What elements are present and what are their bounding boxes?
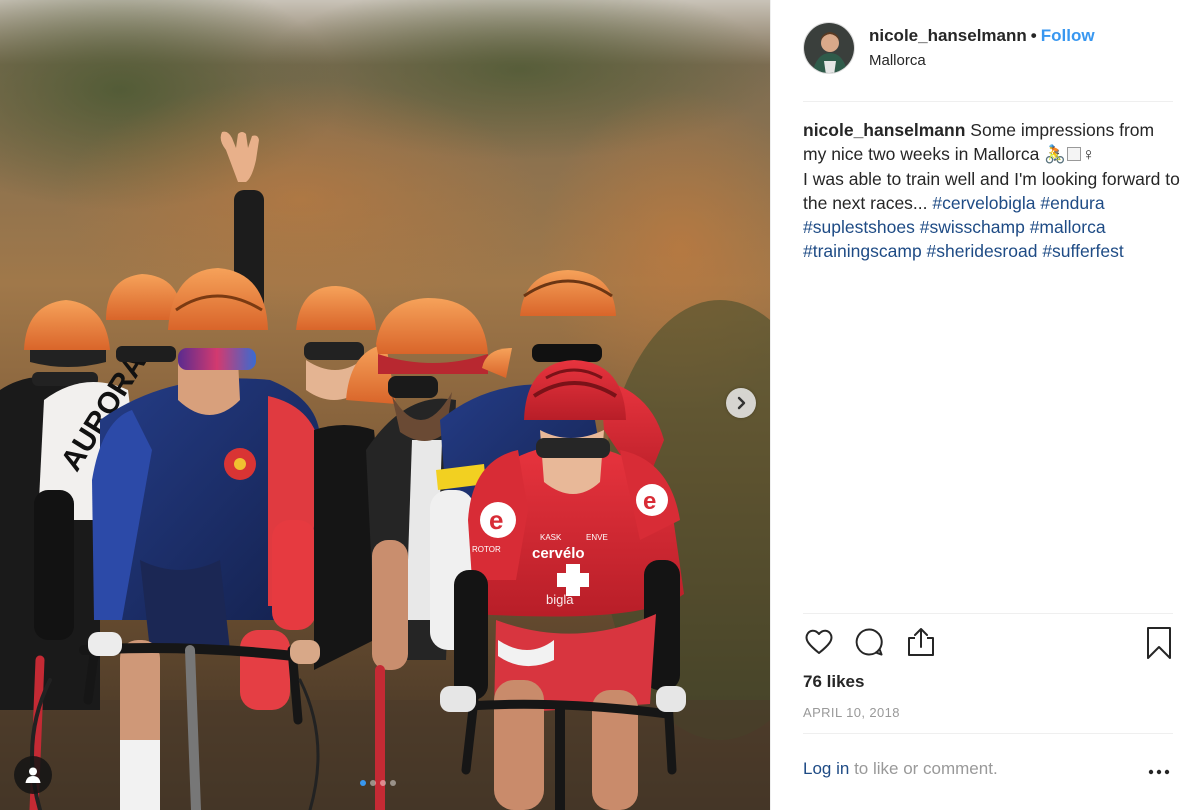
post-caption: nicole_hanselmann Some impressions from … — [803, 118, 1181, 264]
header-bullet: • — [1030, 26, 1037, 45]
hashtag-link[interactable]: #swisschamp — [920, 217, 1025, 237]
svg-text:KASK: KASK — [540, 533, 562, 542]
hashtag-link[interactable]: #sheridesroad — [927, 241, 1038, 261]
like-button[interactable] — [803, 626, 835, 663]
more-options-icon — [1148, 769, 1170, 775]
login-suffix: to like or comment. — [854, 759, 998, 778]
follow-button[interactable]: Follow — [1041, 26, 1095, 46]
avatar[interactable] — [803, 22, 855, 74]
post-actions — [803, 626, 1171, 666]
post-date[interactable]: APRIL 10, 2018 — [803, 705, 900, 720]
comment-icon — [855, 628, 883, 656]
hashtag-link[interactable]: #suplestshoes — [803, 217, 915, 237]
carousel-dot — [370, 780, 376, 786]
save-button[interactable] — [1145, 626, 1173, 665]
unsupported-glyph-box — [1066, 147, 1081, 162]
divider — [803, 733, 1173, 734]
svg-text:e: e — [489, 505, 503, 535]
cervelo-jersey-text: cervélo — [532, 545, 585, 562]
caption-text-line1-tail: ♀ — [1081, 144, 1096, 165]
caption-username[interactable]: nicole_hanselmann — [803, 120, 965, 140]
login-link[interactable]: Log in — [803, 759, 849, 778]
author-username[interactable]: nicole_hanselmann — [869, 26, 1027, 46]
hashtag-link[interactable]: #cervelobigla — [932, 193, 1035, 213]
hashtag-link[interactable]: #trainingscamp — [803, 241, 922, 261]
share-button[interactable] — [905, 626, 937, 663]
svg-text:ENVE: ENVE — [586, 533, 608, 542]
post-photo[interactable]: AURORA e e cervélo bigla KASK ENVE ROTOR — [0, 0, 770, 810]
user-tags-button[interactable] — [14, 756, 52, 794]
hashtag-link[interactable]: #endura — [1040, 193, 1104, 213]
bookmark-icon — [1147, 627, 1171, 659]
post-location[interactable]: Mallorca — [869, 52, 1095, 69]
cycling-group-photo: AURORA e e cervélo bigla KASK ENVE ROTOR — [0, 0, 770, 810]
post-side-panel: nicole_hanselmann • Follow Mallorca nico… — [770, 0, 1200, 810]
divider — [803, 101, 1173, 102]
user-tag-icon — [25, 767, 41, 783]
heart-icon — [805, 629, 833, 654]
likes-count[interactable]: 76 likes — [803, 672, 864, 692]
post-header: nicole_hanselmann • Follow Mallorca — [803, 22, 1171, 102]
svg-text:e: e — [643, 488, 656, 515]
next-photo-button[interactable] — [726, 388, 756, 418]
more-options-button[interactable] — [1147, 759, 1171, 788]
comment-button[interactable] — [853, 626, 885, 663]
carousel-indicator — [360, 780, 396, 786]
chevron-right-icon — [737, 396, 746, 410]
hashtag-link[interactable]: #mallorca — [1030, 217, 1106, 237]
carousel-dot — [360, 780, 366, 786]
carousel-dot — [380, 780, 386, 786]
hashtag-link[interactable]: #sufferfest — [1042, 241, 1123, 261]
share-icon — [908, 628, 934, 656]
login-prompt: Log in to like or comment. — [803, 759, 998, 779]
carousel-dot — [390, 780, 396, 786]
bigla-jersey-text: bigla — [546, 592, 574, 607]
svg-text:ROTOR: ROTOR — [472, 545, 501, 554]
divider — [803, 613, 1173, 614]
